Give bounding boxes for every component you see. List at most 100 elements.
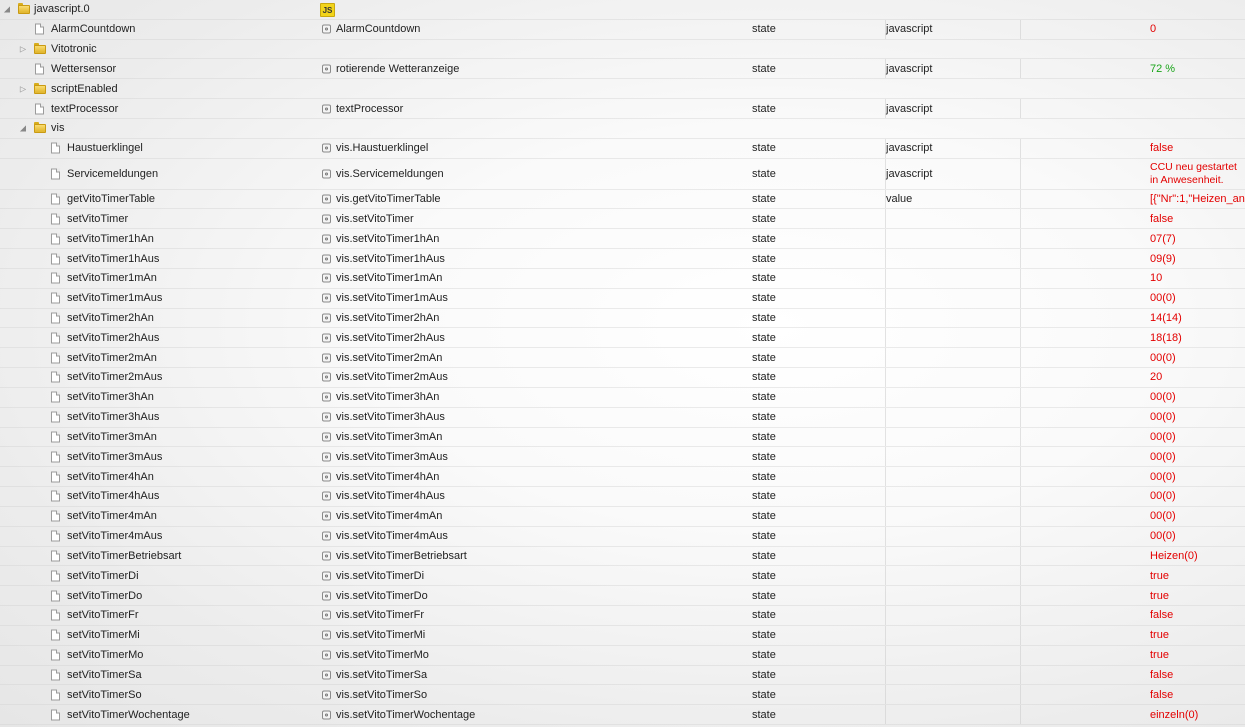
object-value[interactable]: 00(0) [1150, 411, 1176, 423]
state-icon [322, 650, 331, 660]
tree-row[interactable]: setVitoTimer1mAus vis.setVitoTimer1mAus st… [0, 288, 1245, 309]
object-value[interactable]: 72 % [1150, 63, 1175, 75]
tree-row[interactable]: setVitoTimer4hAus vis.setVitoTimer4hAus st… [0, 487, 1245, 507]
object-value[interactable]: 00(0) [1150, 431, 1176, 443]
object-value[interactable]: false [1150, 142, 1173, 154]
expand-toggle-icon[interactable]: ▷ [18, 84, 28, 93]
tree-row[interactable]: setVitoTimer4mAus vis.setVitoTimer4mAus st… [0, 526, 1245, 547]
object-id: setVitoTimerBetriebsart [67, 549, 182, 562]
object-name: vis.setVitoTimer1mAn [336, 272, 443, 285]
tree-row[interactable]: setVitoTimer4hAn vis.setVitoTimer4hAn stat… [0, 467, 1245, 488]
object-value[interactable]: 0 [1150, 23, 1156, 35]
object-value[interactable]: 00(0) [1150, 471, 1176, 483]
tree-row[interactable]: setVitoTimer1mAn vis.setVitoTimer1mAn stat… [0, 268, 1245, 289]
object-value[interactable]: 10 [1150, 272, 1162, 284]
object-value[interactable]: false [1150, 689, 1173, 701]
tree-row[interactable]: textProcessor textProcessor state javascrip… [0, 99, 1245, 119]
tree-row-adapter[interactable]: ◢ javascript.0 JS [0, 0, 1245, 20]
file-icon [51, 431, 60, 443]
tree-row[interactable]: setVitoTimerDo vis.setVitoTimerDo state tru… [0, 586, 1245, 607]
object-value[interactable]: false [1150, 213, 1173, 225]
tree-row[interactable]: setVitoTimer2mAn vis.setVitoTimer2mAn stat… [0, 348, 1245, 369]
object-value[interactable]: 00(0) [1150, 490, 1176, 502]
object-id: textProcessor [51, 102, 119, 115]
column-divider [1020, 467, 1021, 487]
tree-row[interactable]: setVitoTimer3mAus vis.setVitoTimer3mAus st… [0, 447, 1245, 468]
column-divider [1020, 138, 1021, 158]
tree-row[interactable]: setVitoTimer3mAn vis.setVitoTimer3mAn stat… [0, 427, 1245, 448]
file-icon [51, 510, 60, 522]
tree-row[interactable]: Haustuerklingel vis.Haustuerklingel state j… [0, 138, 1245, 159]
expand-toggle-icon[interactable]: ▷ [18, 45, 28, 54]
object-type: state [752, 232, 776, 245]
column-divider [885, 99, 886, 118]
column-divider [885, 566, 886, 586]
object-value[interactable]: 00(0) [1150, 530, 1176, 542]
tree-row[interactable]: setVitoTimerMo vis.setVitoTimerMo state tru… [0, 645, 1245, 666]
tree-row[interactable]: Servicemeldungen vis.Servicemeldungen stat… [0, 158, 1245, 190]
object-value[interactable]: 00(0) [1150, 352, 1176, 364]
tree-row[interactable]: AlarmCountdown AlarmCountdown state javascr… [0, 19, 1245, 40]
file-icon [51, 168, 60, 180]
file-icon [51, 213, 60, 225]
tree-row[interactable]: getVitoTimerTable vis.getVitoTimerTable st… [0, 189, 1245, 210]
object-value[interactable]: 14(14) [1150, 312, 1182, 324]
tree-row[interactable]: setVitoTimer4mAn vis.setVitoTimer4mAn stat… [0, 506, 1245, 527]
tree-row[interactable]: setVitoTimerBetriebsart vis.setVitoTimerB… [0, 546, 1245, 567]
object-value[interactable]: 18(18) [1150, 332, 1182, 344]
tree-row[interactable]: ▷ Vitotronic [0, 40, 1245, 60]
tree-row[interactable]: setVitoTimer2hAus vis.setVitoTimer2hAus st… [0, 328, 1245, 349]
tree-row[interactable]: setVitoTimer3hAn vis.setVitoTimer3hAn stat… [0, 387, 1245, 408]
object-value[interactable]: false [1150, 669, 1173, 681]
tree-row[interactable]: Wettersensor rotierende Wetteranzeige stat… [0, 59, 1245, 80]
file-icon [51, 332, 60, 344]
object-value[interactable]: false [1150, 609, 1173, 621]
object-value[interactable]: einzeln(0) [1150, 709, 1198, 721]
tree-row[interactable]: setVitoTimer2hAn vis.setVitoTimer2hAn stat… [0, 308, 1245, 329]
file-icon [51, 193, 60, 205]
object-type: state [752, 391, 776, 404]
tree-row[interactable]: ▷ scriptEnabled [0, 79, 1245, 100]
tree-row[interactable]: setVitoTimerSa vis.setVitoTimerSa state fal… [0, 665, 1245, 686]
tree-row[interactable]: setVitoTimerMi vis.setVitoTimerMi state tru… [0, 625, 1245, 646]
tree-row[interactable]: setVitoTimer1hAus vis.setVitoTimer1hAus st… [0, 249, 1245, 269]
object-value[interactable]: Heizen(0) [1150, 550, 1198, 562]
object-id: Wettersensor [51, 62, 117, 75]
object-value[interactable]: true [1150, 629, 1169, 641]
object-value[interactable]: true [1150, 590, 1169, 602]
collapse-toggle-icon[interactable]: ◢ [18, 124, 28, 133]
tree-row[interactable]: setVitoTimer1hAn vis.setVitoTimer1hAn stat… [0, 229, 1245, 250]
tree-row[interactable]: setVitoTimerDi vis.setVitoTimerDi state tru… [0, 566, 1245, 587]
state-icon [322, 630, 331, 640]
object-value[interactable]: 09(9) [1150, 253, 1176, 265]
object-value[interactable]: 07(7) [1150, 233, 1176, 245]
tree-row[interactable]: setVitoTimer vis.setVitoTimer state false [0, 209, 1245, 230]
tree-row[interactable]: setVitoTimerSo vis.setVitoTimerSo state fal… [0, 685, 1245, 706]
state-icon [322, 392, 331, 402]
object-type: state [752, 212, 776, 225]
column-divider [1020, 606, 1021, 625]
tree-row[interactable]: setVitoTimerFr vis.setVitoTimerFr state fal… [0, 606, 1245, 626]
column-divider [1020, 308, 1021, 328]
column-divider [1020, 387, 1021, 407]
object-value[interactable]: 00(0) [1150, 451, 1176, 463]
tree-row[interactable]: setVitoTimer2mAus vis.setVitoTimer2mAus st… [0, 368, 1245, 388]
column-divider [1020, 59, 1021, 79]
object-value[interactable]: 00(0) [1150, 391, 1176, 403]
object-value[interactable]: [{"Nr":1,"Heizen_an" [1150, 193, 1245, 205]
tree-row[interactable]: ◢ vis [0, 119, 1245, 139]
object-value[interactable]: CCU neu gestartet in Anwesenheit. [1150, 161, 1237, 187]
object-value[interactable]: 00(0) [1150, 292, 1176, 304]
object-name: vis.Servicemeldungen [336, 167, 444, 180]
object-role: javascript [886, 23, 933, 36]
object-name: vis.setVitoTimer3hAus [336, 411, 445, 424]
tree-row[interactable]: setVitoTimerWochentage vis.setVitoTimerWo… [0, 705, 1245, 725]
column-divider [885, 158, 886, 189]
expand-toggle-icon[interactable]: ◢ [2, 5, 12, 14]
object-value[interactable]: 00(0) [1150, 510, 1176, 522]
state-icon [322, 452, 331, 462]
object-value[interactable]: true [1150, 649, 1169, 661]
tree-row[interactable]: setVitoTimer3hAus vis.setVitoTimer3hAus st… [0, 407, 1245, 428]
object-value[interactable]: true [1150, 570, 1169, 582]
object-value[interactable]: 20 [1150, 371, 1162, 383]
